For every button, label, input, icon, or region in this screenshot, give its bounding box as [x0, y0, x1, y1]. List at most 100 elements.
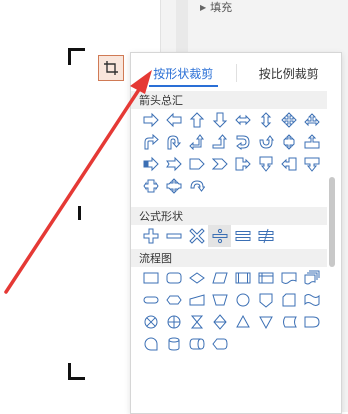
shape-divide[interactable]: [208, 225, 231, 247]
shape-bent-up-arrow[interactable]: [208, 131, 231, 153]
shape-up-down-arrow[interactable]: [254, 109, 277, 131]
shape-down-arrow[interactable]: [208, 109, 231, 131]
shape-alternate-process[interactable]: [162, 267, 185, 289]
quad-arrow-icon: [280, 112, 297, 128]
shape-circular-arrow[interactable]: [185, 175, 208, 197]
shape-quad-callout[interactable]: [162, 175, 185, 197]
shape-internal-storage[interactable]: [254, 267, 277, 289]
shape-display[interactable]: [208, 333, 231, 355]
pentagon-arrow-icon: [189, 158, 205, 170]
up-arrow-callout-icon: [304, 134, 319, 149]
shape-connector[interactable]: [231, 289, 254, 311]
shape-predefined-process[interactable]: [231, 267, 254, 289]
shape-left-up-arrow[interactable]: [185, 131, 208, 153]
predefined-process-icon: [235, 272, 250, 284]
shape-left-arrow[interactable]: [162, 109, 185, 131]
shape-sequential-access-storage[interactable]: [139, 333, 162, 355]
alternate-process-icon: [166, 272, 181, 284]
crop-mode-tabs: 按形状裁剪 按比例裁剪: [131, 53, 341, 93]
shape-delay[interactable]: [300, 311, 323, 333]
crop-handle-middle-left[interactable]: [78, 206, 81, 220]
down-arrow-callout-icon: [259, 156, 272, 172]
left-up-arrow-icon: [188, 134, 204, 150]
divide-icon: [212, 228, 227, 244]
shape-minus[interactable]: [162, 225, 185, 247]
shape-manual-operation[interactable]: [208, 289, 231, 311]
shape-decision[interactable]: [185, 267, 208, 289]
shape-notched-right-arrow[interactable]: [162, 153, 185, 175]
shape-not-equal[interactable]: [254, 225, 277, 247]
shape-chevron[interactable]: [208, 153, 231, 175]
shape-left-right-arrow[interactable]: [231, 109, 254, 131]
shape-left-right-callout[interactable]: [139, 175, 162, 197]
shape-left-right-up-arrow[interactable]: [300, 109, 323, 131]
shape-curved-up-arrow[interactable]: [254, 131, 277, 153]
shape-card[interactable]: [277, 289, 300, 311]
crop-handle-top-left[interactable]: [68, 48, 85, 65]
shape-extract[interactable]: [231, 311, 254, 333]
shape-sort[interactable]: [208, 311, 231, 333]
shape-down-arrow-callout-2[interactable]: [300, 153, 323, 175]
section-title-arrows: 箭头总汇: [139, 94, 183, 107]
tab-crop-by-ratio-label: 按比例裁剪: [258, 66, 319, 81]
left-right-up-arrow-icon: [303, 113, 320, 127]
shape-or[interactable]: [162, 311, 185, 333]
shape-up-arrow-callout[interactable]: [300, 131, 323, 153]
shape-merge[interactable]: [254, 311, 277, 333]
shape-equal[interactable]: [231, 225, 254, 247]
shape-curved-right-arrow[interactable]: [231, 131, 254, 153]
merge-icon: [258, 316, 273, 330]
terminator-icon: [143, 296, 158, 304]
shape-document[interactable]: [277, 267, 300, 289]
shape-direct-access-storage[interactable]: [185, 333, 208, 355]
crop-button[interactable]: [98, 55, 124, 81]
shape-up-arrow[interactable]: [185, 109, 208, 131]
shape-down-arrow-callout[interactable]: [254, 153, 277, 175]
equal-icon: [235, 231, 250, 241]
shape-multiply[interactable]: [185, 225, 208, 247]
shape-right-arrow-callout[interactable]: [231, 153, 254, 175]
quad-callout-icon: [166, 178, 181, 194]
data-icon: [211, 272, 228, 284]
down-callout-icon: [304, 157, 319, 172]
shape-off-page-connector[interactable]: [254, 289, 277, 311]
shape-quad-callout-arrow[interactable]: [277, 131, 300, 153]
shape-left-arrow-callout[interactable]: [277, 153, 300, 175]
card-icon: [282, 293, 295, 307]
direct-access-storage-icon: [188, 338, 205, 350]
shape-u-turn-arrow[interactable]: [162, 131, 185, 153]
shape-magnetic-disk[interactable]: [162, 333, 185, 355]
up-arrow-icon: [189, 112, 204, 128]
shape-quad-arrow[interactable]: [277, 109, 300, 131]
dropdown-scrollbar[interactable]: [329, 177, 335, 267]
tab-crop-by-shape[interactable]: 按形状裁剪: [131, 53, 236, 93]
up-down-arrow-icon: [260, 112, 271, 128]
shape-plus[interactable]: [139, 225, 162, 247]
shape-data[interactable]: [208, 267, 231, 289]
decision-icon: [188, 272, 205, 284]
shape-preparation[interactable]: [162, 289, 185, 311]
bent-arrow-icon: [144, 134, 159, 150]
left-arrow-callout-icon: [280, 157, 296, 171]
caret-right-icon: ▶: [200, 2, 207, 12]
crop-handle-bottom-left[interactable]: [68, 363, 85, 380]
shape-terminator[interactable]: [139, 289, 162, 311]
shape-bent-arrow[interactable]: [139, 131, 162, 153]
fill-section-toggle[interactable]: ▶ 填充: [200, 0, 232, 14]
shape-multidocument[interactable]: [300, 267, 323, 289]
shape-striped-right-arrow[interactable]: [139, 153, 162, 175]
shape-right-arrow[interactable]: [139, 109, 162, 131]
shape-collate[interactable]: [185, 311, 208, 333]
tab-crop-by-ratio[interactable]: 按比例裁剪: [237, 53, 342, 93]
shape-manual-input[interactable]: [185, 289, 208, 311]
shape-stored-data[interactable]: [277, 311, 300, 333]
plus-icon: [143, 228, 158, 244]
fill-label: 填充: [210, 1, 233, 14]
shape-summing-junction[interactable]: [139, 311, 162, 333]
collate-icon: [190, 315, 203, 329]
shape-punched-tape[interactable]: [300, 289, 323, 311]
display-icon: [211, 338, 228, 350]
striped-right-arrow-icon: [143, 156, 159, 172]
shape-process[interactable]: [139, 267, 162, 289]
shape-pentagon[interactable]: [185, 153, 208, 175]
